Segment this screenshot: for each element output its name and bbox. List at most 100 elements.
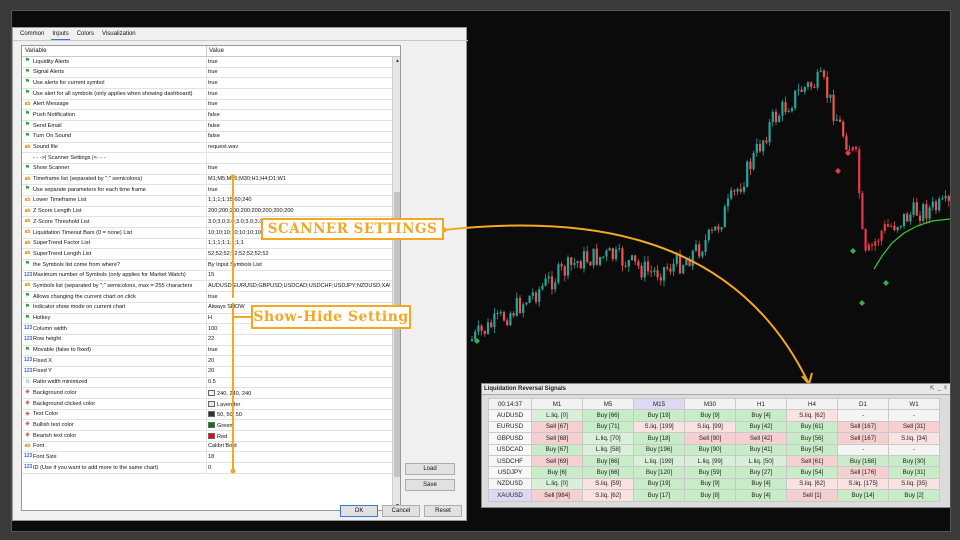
input-row[interactable]: ⚑ the Symbols list come from where? By Inp…: [22, 260, 392, 271]
signal-cell[interactable]: Buy [9]: [684, 409, 736, 422]
input-row[interactable]: 123 Fixed X 20: [22, 356, 392, 367]
input-value-field[interactable]: By Input Symbols List: [208, 262, 390, 268]
signal-cell[interactable]: L.liq. [0]: [531, 409, 583, 422]
input-row[interactable]: ab Sound file request.wav: [22, 142, 392, 154]
signal-cell[interactable]: Buy [9]: [684, 477, 736, 491]
input-row[interactable]: ⚑ Use alerts for current symbol true: [22, 78, 392, 90]
signal-cell[interactable]: Buy [71]: [582, 420, 634, 434]
input-row[interactable]: ab SuperTrend Factor List 1;1;1;1;1;1;1;1: [22, 238, 392, 250]
signal-cell[interactable]: Buy [17]: [633, 489, 685, 502]
liquidation-dashboard[interactable]: Liquidation Reversal Signals ⇱ _ x 00:14…: [481, 383, 950, 508]
input-row[interactable]: ◈ Bullish text color Green: [22, 420, 392, 432]
signal-cell[interactable]: Buy [168]: [837, 454, 889, 468]
input-value-field[interactable]: 18: [208, 454, 390, 460]
timeframe-header-m1[interactable]: M1: [531, 397, 583, 411]
input-value-field[interactable]: true: [208, 165, 390, 171]
symbol-cell[interactable]: XAUUSD: [488, 489, 532, 502]
signal-cell[interactable]: L.liq. [0]: [531, 477, 583, 491]
signal-cell[interactable]: L.liq. [70]: [582, 432, 634, 445]
signal-cell[interactable]: Buy [18]: [633, 432, 685, 445]
input-row[interactable]: ⚑ Show Scanner true: [22, 163, 392, 175]
signal-cell[interactable]: Buy [90]: [684, 443, 736, 456]
timeframe-header-d1[interactable]: D1: [837, 397, 889, 411]
input-row[interactable]: ◈ Bearish text color Red: [22, 431, 392, 442]
signal-cell[interactable]: S.liq. [62]: [582, 489, 634, 502]
input-row[interactable]: ab Font Calibri Bold: [22, 441, 392, 453]
input-row[interactable]: ⚑ Allows changing the current chart on cl…: [22, 292, 392, 303]
input-value-field[interactable]: 22: [208, 336, 390, 342]
signal-cell[interactable]: -: [888, 409, 940, 422]
signal-cell[interactable]: Buy [56]: [786, 432, 838, 445]
signal-cell[interactable]: Buy [59]: [684, 466, 736, 479]
input-row[interactable]: ⚑ Use separate parameters for each time f…: [22, 185, 392, 196]
signal-cell[interactable]: Buy [4]: [735, 409, 787, 422]
timeframe-header-m15[interactable]: M15: [633, 397, 685, 411]
input-value-field[interactable]: 240, 240, 240: [208, 389, 390, 397]
input-row[interactable]: 123 Maximum number of Symbols (only appli…: [22, 270, 392, 282]
signal-cell[interactable]: S.liq. [99]: [684, 420, 736, 434]
input-value-field[interactable]: true: [208, 80, 390, 86]
input-value-field[interactable]: 200;200;200;200;200;200;200;200: [208, 208, 390, 214]
color-swatch[interactable]: [208, 432, 215, 439]
timeframe-header-h4[interactable]: H4: [786, 397, 838, 411]
dashboard-title[interactable]: Liquidation Reversal Signals: [482, 384, 950, 395]
signal-cell[interactable]: Buy [30]: [888, 454, 940, 468]
input-value-field[interactable]: 1;1;1;1;15;60;240: [208, 197, 390, 203]
signal-cell[interactable]: Buy [61]: [786, 420, 838, 434]
signal-cell[interactable]: S.liq. [35]: [888, 477, 940, 491]
color-swatch[interactable]: [208, 411, 215, 418]
input-row[interactable]: ½ Ratio width minimized 0.5: [22, 377, 392, 389]
input-row[interactable]: ⚑ Send Email false: [22, 121, 392, 132]
signal-cell[interactable]: Buy [31]: [888, 466, 940, 479]
symbol-cell[interactable]: USDCHF: [488, 454, 532, 468]
signal-cell[interactable]: Buy [66]: [582, 409, 634, 422]
input-value-field[interactable]: request.wav: [208, 144, 390, 150]
close-icon[interactable]: x: [944, 385, 947, 392]
signal-cell[interactable]: L.liq. [199]: [633, 454, 685, 468]
signal-cell[interactable]: Buy [41]: [735, 443, 787, 456]
signal-cell[interactable]: Buy [120]: [633, 466, 685, 479]
input-value-field[interactable]: false: [208, 123, 390, 129]
signal-cell[interactable]: L.liq. [50]: [735, 454, 787, 468]
signal-cell[interactable]: Buy [19]: [633, 477, 685, 491]
input-row[interactable]: ab Z Score Length List 200;200;200;200;200…: [22, 206, 392, 218]
input-row[interactable]: ⚑ Use alert for all symbols (only applies…: [22, 89, 392, 100]
input-row[interactable]: ⚑ Movable (false to fixed) true: [22, 345, 392, 357]
input-row[interactable]: ab Lower Timeframe List 1;1;1;1;15;60;240: [22, 195, 392, 207]
timeframe-header-h1[interactable]: H1: [735, 397, 787, 411]
signal-cell[interactable]: Sell [61]: [786, 454, 838, 468]
timeframe-header-w1[interactable]: W1: [888, 397, 940, 411]
signal-cell[interactable]: S.liq. [34]: [888, 432, 940, 445]
signal-cell[interactable]: Sell [69]: [531, 454, 583, 468]
load-button[interactable]: Load: [405, 463, 455, 475]
input-value-field[interactable]: 0: [208, 465, 390, 471]
symbol-cell[interactable]: NZDUSD: [488, 477, 532, 491]
input-row[interactable]: ab SuperTrend Length List 52;52;52;52;52;5…: [22, 249, 392, 261]
signal-cell[interactable]: Buy [66]: [582, 454, 634, 468]
tab-common[interactable]: Common: [19, 30, 45, 40]
signal-cell[interactable]: Buy [2]: [888, 489, 940, 502]
input-value-field[interactable]: 20: [208, 368, 390, 374]
signal-cell[interactable]: S.liq. [59]: [582, 477, 634, 491]
input-value-field[interactable]: 15: [208, 272, 390, 278]
signal-cell[interactable]: Buy [6]: [531, 466, 583, 479]
symbol-cell[interactable]: GBPUSD: [488, 432, 532, 445]
color-swatch[interactable]: [208, 389, 215, 396]
input-value-field[interactable]: 1;1;1;1;1;1;1;1: [208, 240, 390, 246]
save-button[interactable]: Save: [405, 479, 455, 491]
symbol-cell[interactable]: EURUSD: [488, 420, 532, 434]
signal-cell[interactable]: Sell [67]: [531, 420, 583, 434]
signal-cell[interactable]: L.liq. [58]: [582, 443, 634, 456]
signal-cell[interactable]: S.liq. [199]: [633, 420, 685, 434]
signal-cell[interactable]: Sell [176]: [837, 466, 889, 479]
signal-cell[interactable]: Sell [984]: [531, 489, 583, 502]
input-row[interactable]: - - ->| Scanner Settings |<- - -: [22, 153, 392, 164]
signal-cell[interactable]: Sell [31]: [888, 420, 940, 434]
signal-cell[interactable]: Buy [4]: [735, 477, 787, 491]
signal-cell[interactable]: -: [837, 409, 889, 422]
ok-button[interactable]: OK: [340, 505, 378, 517]
input-value-field[interactable]: AUDUSD;EURUSD;GBPUSD;USDCAD;USDCHF;USDJP…: [208, 283, 390, 289]
input-row[interactable]: ab Alert Message true: [22, 99, 392, 111]
input-value-field[interactable]: true: [208, 347, 390, 353]
signal-cell[interactable]: S.liq. [175]: [837, 477, 889, 491]
